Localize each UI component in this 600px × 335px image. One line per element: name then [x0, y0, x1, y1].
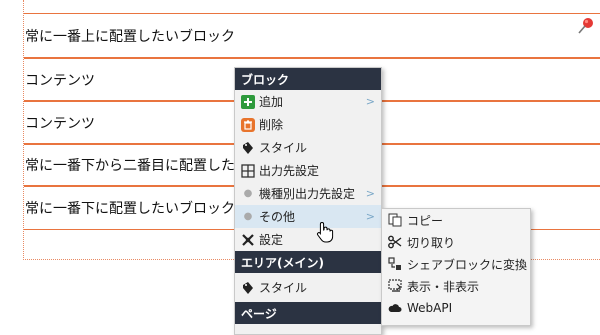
submenu-item-copy[interactable]: コピー	[382, 209, 530, 231]
menu-item-label: スタイル	[259, 141, 308, 155]
visibility-icon	[388, 279, 402, 293]
menu-item-delete[interactable]: 削除	[235, 113, 381, 136]
block-top[interactable]: 常に一番上に配置したいブロック	[24, 13, 600, 58]
menu-item-label: スタイル	[259, 281, 308, 295]
menu-header-page: ページ	[235, 302, 381, 324]
menu-item-output[interactable]: 出力先設定	[235, 159, 381, 182]
submenu-item-label: 表示・非表示	[407, 279, 480, 294]
submenu-item-webapi[interactable]: WebAPI	[382, 297, 530, 319]
menu-item-label: 出力先設定	[259, 164, 320, 178]
add-icon	[241, 94, 255, 109]
submenu-item-label: 切り取り	[407, 235, 456, 250]
menu-item-label: 機種別出力先設定	[259, 187, 356, 201]
delete-icon	[241, 117, 255, 132]
menu-item-add[interactable]: 追加 >	[235, 90, 381, 113]
bullet-icon: ●	[243, 211, 253, 222]
chevron-right-icon: >	[365, 187, 375, 200]
block-label: コンテンツ	[25, 72, 95, 89]
menu-header-block: ブロック	[235, 68, 381, 90]
share-block-icon	[388, 257, 402, 271]
pushpin-icon[interactable]	[576, 16, 596, 40]
menu-item-device-output[interactable]: ● 機種別出力先設定 >	[235, 182, 381, 205]
settings-icon	[241, 233, 255, 247]
cut-icon	[388, 235, 402, 249]
chevron-right-icon: >	[365, 210, 375, 223]
menu-header-area: エリア(メイン)	[235, 251, 381, 273]
style-icon	[241, 141, 255, 155]
menu-item-other[interactable]: ● その他 >	[235, 205, 381, 228]
block-label: 常に一番下に配置したいブロック	[25, 201, 235, 217]
submenu-other: コピー 切り取り シェアブロックに変換 表示・非表示 WebAPI	[381, 208, 531, 326]
cloud-icon	[388, 301, 402, 315]
context-menu: ブロック 追加 > 削除 スタイル 出力先設定 ● 機種別出力先設定 > ● そ…	[234, 67, 382, 335]
submenu-item-label: WebAPI	[407, 301, 453, 315]
menu-item-label: 削除	[259, 118, 284, 132]
submenu-item-label: コピー	[407, 213, 444, 228]
bullet-icon: ●	[243, 188, 253, 199]
menu-item-label: 設定	[259, 233, 284, 247]
menu-item-style[interactable]: スタイル	[235, 136, 381, 159]
submenu-item-visibility[interactable]: 表示・非表示	[382, 275, 530, 297]
menu-item-area-style[interactable]: スタイル	[235, 273, 381, 302]
menu-item-label: その他	[259, 210, 296, 224]
copy-icon	[388, 213, 402, 227]
menu-item-settings[interactable]: 設定	[235, 228, 381, 251]
output-icon	[241, 163, 255, 178]
hand-cursor-icon	[316, 221, 334, 247]
submenu-item-cut[interactable]: 切り取り	[382, 231, 530, 253]
style-icon	[241, 281, 255, 295]
block-label: コンテンツ	[25, 115, 95, 132]
block-label: 常に一番上に配置したいブロック	[25, 28, 235, 45]
menu-item-label: 追加	[259, 95, 284, 109]
chevron-right-icon: >	[365, 95, 375, 108]
submenu-item-label: シェアブロックに変換	[407, 257, 528, 272]
submenu-item-share-block[interactable]: シェアブロックに変換	[382, 253, 530, 275]
